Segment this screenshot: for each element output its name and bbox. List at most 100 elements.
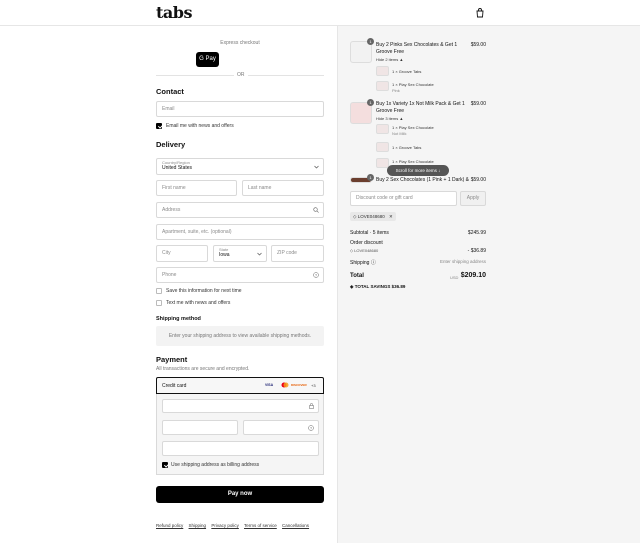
privacy-policy-link[interactable]: Privacy policy xyxy=(211,523,239,528)
shipping-label: Shipping ⓘ xyxy=(350,260,376,266)
hide-items-toggle[interactable]: Hide 3 items ▲ xyxy=(376,116,403,121)
apply-button[interactable]: Apply xyxy=(460,191,486,206)
apartment-placeholder: Apartment, suite, etc. (optional) xyxy=(162,229,232,235)
footer-links: Refund policy Shipping Privacy policy Te… xyxy=(156,523,313,528)
expiration-field[interactable] xyxy=(162,420,238,435)
sub-item-thumbnail xyxy=(376,142,389,152)
news-checkbox[interactable] xyxy=(156,123,162,129)
sub-item-name: 1 × Groove Tabs xyxy=(392,69,422,74)
last-name-placeholder: Last name xyxy=(248,185,272,191)
name-on-card-field[interactable] xyxy=(162,441,319,456)
discount-tag-code: LOVE048680 xyxy=(357,214,385,219)
card-details-panel: ? Use shipping address as billing addres… xyxy=(156,394,324,475)
shipping-method-title: Shipping method xyxy=(156,316,201,322)
country-select[interactable]: Country/Region United States xyxy=(156,158,324,175)
card-number-field[interactable] xyxy=(162,399,319,413)
discount-code-field[interactable]: Discount code or gift card xyxy=(350,191,457,206)
billing-address-label: Use shipping address as billing address xyxy=(171,462,260,468)
item-name: Buy 2 Pinks Sex Chocolates & Get 1 xyxy=(376,42,458,48)
zip-field[interactable]: ZIP code xyxy=(271,245,324,262)
sub-item-thumbnail xyxy=(376,66,389,76)
subtotal-value: $245.99 xyxy=(467,230,486,236)
header: tabs xyxy=(0,0,640,26)
phone-placeholder: Phone xyxy=(162,272,177,278)
payment-subtitle: All transactions are secure and encrypte… xyxy=(156,366,250,372)
country-value: United States xyxy=(162,165,193,171)
city-placeholder: City xyxy=(162,250,171,256)
mastercard-icon xyxy=(281,382,289,388)
order-discount-value: - $36.89 xyxy=(467,248,486,254)
credit-card-label: Credit card xyxy=(162,383,187,389)
payment-title: Payment xyxy=(156,355,188,364)
credit-card-option[interactable]: Credit card VISA DISCOVER +3 xyxy=(156,377,324,394)
hide-items-toggle[interactable]: Hide 2 items ▲ xyxy=(376,57,403,62)
quantity-badge: 1 xyxy=(367,174,374,181)
scroll-hint[interactable]: Scroll for more items ↓ xyxy=(387,165,449,176)
save-info-checkbox[interactable] xyxy=(156,288,162,294)
discount-placeholder: Discount code or gift card xyxy=(356,195,413,201)
checkout-form: Express checkout G Pay OR Contact Email … xyxy=(0,26,337,543)
chevron-down-icon xyxy=(314,165,319,169)
or-divider-text: OR xyxy=(234,72,248,78)
state-value: Iowa xyxy=(219,252,230,258)
sub-item-thumbnail xyxy=(376,124,389,134)
total-label: Total xyxy=(350,273,364,279)
discount-tag: ◇ LOVE048680 ✕ xyxy=(350,212,396,221)
order-summary: 1 Buy 2 Pinks Sex Chocolates & Get 1 Gro… xyxy=(337,26,640,543)
refund-policy-link[interactable]: Refund policy xyxy=(156,523,183,528)
address-placeholder: Address xyxy=(162,207,181,213)
address-field[interactable]: Address xyxy=(156,202,324,218)
shopping-bag-icon[interactable] xyxy=(475,8,485,18)
item-name-line2: Groove Free xyxy=(376,108,405,114)
first-name-field[interactable]: First name xyxy=(156,180,237,196)
last-name-field[interactable]: Last name xyxy=(242,180,324,196)
help-icon[interactable]: ⓘ xyxy=(371,260,376,266)
search-icon xyxy=(313,207,319,213)
shipping-value: Enter shipping address xyxy=(439,259,486,264)
chevron-down-icon xyxy=(257,252,262,256)
state-select[interactable]: State Iowa xyxy=(213,245,267,262)
quantity-badge: 1 xyxy=(367,38,374,45)
billing-address-checkbox[interactable] xyxy=(162,462,168,468)
quantity-badge: 1 xyxy=(367,99,374,106)
brand-logo[interactable]: tabs xyxy=(156,3,192,22)
cancellations-link[interactable]: Cancellations xyxy=(282,523,309,528)
city-field[interactable]: City xyxy=(156,245,208,262)
sub-item-thumbnail xyxy=(376,81,389,91)
delivery-title: Delivery xyxy=(156,140,186,149)
terms-of-service-link[interactable]: Terms of service xyxy=(244,523,277,528)
sub-item-detail: Not Milk xyxy=(392,131,407,136)
shipping-link[interactable]: Shipping xyxy=(189,523,207,528)
more-cards-icon: +3 xyxy=(311,383,316,388)
item-price: $59.00 xyxy=(470,177,486,183)
help-icon[interactable]: ? xyxy=(308,425,314,431)
phone-field[interactable]: Phone ? xyxy=(156,267,324,283)
google-pay-button[interactable]: G Pay xyxy=(196,52,219,67)
sub-item-name: 1 × Groove Tabs xyxy=(392,145,422,150)
first-name-placeholder: First name xyxy=(162,185,186,191)
visa-icon: VISA xyxy=(265,383,274,387)
total-value: $209.10 xyxy=(460,272,486,279)
text-offers-label: Text me with news and offers xyxy=(166,300,231,306)
text-offers-checkbox[interactable] xyxy=(156,300,162,306)
shipping-method-message: Enter your shipping address to view avai… xyxy=(156,326,324,346)
sub-item-detail: Pink xyxy=(392,88,400,93)
help-icon[interactable]: ? xyxy=(313,272,319,278)
save-info-label: Save this information for next time xyxy=(166,288,242,294)
email-field[interactable]: Email xyxy=(156,101,324,117)
sub-item-name: 1 × Play Sex Chocolate xyxy=(392,159,434,164)
pay-now-button[interactable]: Pay now xyxy=(156,486,324,503)
express-checkout-label: Express checkout xyxy=(220,40,260,46)
news-label: Email me with news and offers xyxy=(166,123,234,129)
item-name-line2: Groove Free xyxy=(376,49,405,55)
sub-item-name: 1 × Play Sex Chocolate xyxy=(392,82,434,87)
lock-icon xyxy=(309,403,314,409)
subtotal-label: Subtotal · 5 items xyxy=(350,230,389,236)
email-placeholder: Email xyxy=(162,106,175,112)
apartment-field[interactable]: Apartment, suite, etc. (optional) xyxy=(156,224,324,240)
total-savings: ◈ TOTAL SAVINGS $36.89 xyxy=(350,284,406,289)
security-code-field[interactable]: ? xyxy=(243,420,319,435)
remove-discount-icon[interactable]: ✕ xyxy=(389,214,393,219)
item-price: $59.00 xyxy=(470,101,486,107)
item-name: Buy 1x Variety 1x Not Milk Pack & Get 1 xyxy=(376,101,465,107)
